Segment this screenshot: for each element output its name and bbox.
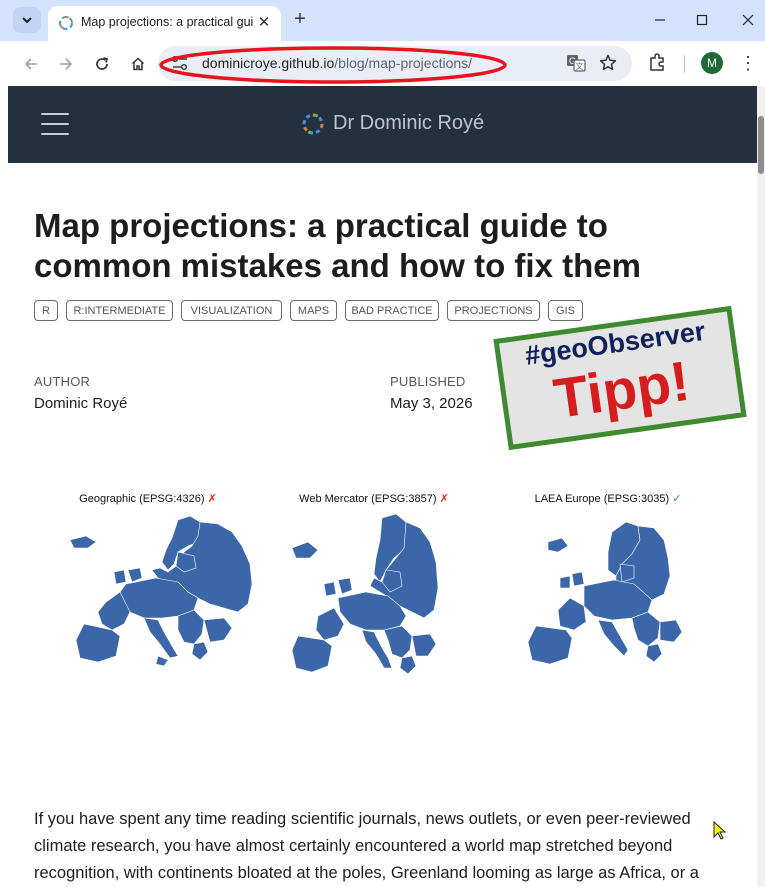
back-icon[interactable] [17,50,45,78]
map-title: Geographic (EPSG:4326) ✗ [28,492,268,505]
menu-icon[interactable] [41,113,69,135]
map-title-text: Geographic (EPSG:4326) [79,493,205,505]
published-label: PUBLISHED [390,374,466,389]
page-viewport: Dr Dominic Royé Map projections: a pract… [8,86,757,887]
site-logo-icon[interactable] [301,112,325,136]
map-title-text: LAEA Europe (EPSG:3035) [534,493,670,505]
tag-r[interactable]: R [34,300,58,321]
projection-figure: Geographic (EPSG:4326) ✗ Web Mercator (E… [8,484,757,724]
star-icon[interactable] [598,53,618,73]
europe-map-mercator [291,513,439,675]
map-panel-mercator: Web Mercator (EPSG:3857) ✗ [254,484,494,724]
map-panel-laea: LAEA Europe (EPSG:3035) ✓ [488,484,728,724]
published-date: May 3, 2026 [390,395,473,412]
tag-gis[interactable]: GIS [548,300,583,321]
article-intro: If you have spent any time reading scien… [34,810,699,882]
chevron-down-icon [22,17,32,24]
scrollbar-thumb[interactable] [758,116,764,174]
favicon-icon [59,16,73,30]
wrong-mark: ✗ [207,493,217,505]
home-icon[interactable] [124,50,152,78]
tab-strip: Map projections: a practical guide to co… [0,0,765,41]
svg-text:文: 文 [576,61,584,71]
address-bar[interactable]: dominicroye.github.io/blog/map-projectio… [158,46,632,81]
europe-map-laea [527,521,683,665]
tag-maps[interactable]: MAPS [290,300,337,321]
profile-avatar[interactable]: M [701,52,723,74]
tab-search-button[interactable] [13,7,41,33]
europe-map-geographic [69,515,253,667]
map-title: LAEA Europe (EPSG:3035) ✓ [488,492,728,505]
map-panel-geographic: Geographic (EPSG:4326) ✗ [28,484,268,724]
maximize-icon[interactable] [689,7,715,33]
url-text[interactable]: dominicroye.github.io/blog/map-projectio… [202,55,472,71]
browser-tab[interactable]: Map projections: a practical guide to co… [48,6,281,41]
site-info-icon[interactable] [171,55,189,71]
author-label: AUTHOR [34,374,91,389]
map-title: Web Mercator (EPSG:3857) ✗ [254,492,494,505]
tag-r-intermediate[interactable]: R:INTERMEDIATE [66,300,173,321]
map-title-text: Web Mercator (EPSG:3857) [299,493,437,505]
tag-visualization[interactable]: VISUALIZATION [181,300,282,321]
tag-projections[interactable]: PROJECTIONS [447,300,540,321]
close-icon[interactable]: ✕ [255,13,273,31]
more-icon[interactable]: ⋮ [738,52,758,74]
correct-mark: ✓ [672,493,682,505]
forward-icon[interactable] [52,50,80,78]
extensions-icon[interactable] [647,52,667,72]
window-close-icon[interactable] [735,7,761,33]
reload-icon[interactable] [88,50,116,78]
wrong-mark: ✗ [439,493,449,505]
geoobserver-stamp: #geoObserver Tipp! [493,305,747,451]
url-host: dominicroye.github.io [202,55,335,71]
author-name: Dominic Royé [34,395,128,412]
toolbar-divider [684,55,685,73]
minimize-icon[interactable] [647,7,673,33]
browser-toolbar: dominicroye.github.io/blog/map-projectio… [0,41,765,86]
url-path: /blog/map-projections/ [334,55,473,71]
translate-icon[interactable]: G 文 [566,54,586,72]
mouse-pointer-icon [713,821,727,840]
scrollbar[interactable] [757,86,765,887]
site-name[interactable]: Dr Dominic Royé [333,112,484,135]
new-tab-icon[interactable]: + [289,8,311,30]
post-title: Map projections: a practical guide to co… [34,207,641,284]
tab-title: Map projections: a practical guide to co… [81,15,253,29]
site-header: Dr Dominic Royé [8,86,757,163]
tag-bad-practice[interactable]: BAD PRACTICE [345,300,439,321]
